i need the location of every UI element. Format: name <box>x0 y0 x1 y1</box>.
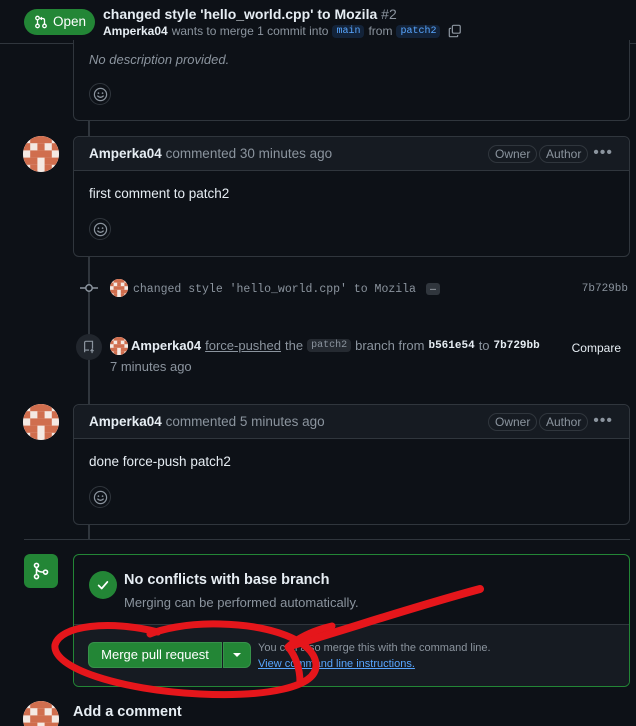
smiley-icon <box>93 222 108 237</box>
command-line-hint: You can also merge this with the command… <box>258 642 491 654</box>
pr-from-text: from <box>368 24 393 38</box>
smiley-icon <box>93 87 108 102</box>
comment-author[interactable]: Amperka04 <box>89 414 162 429</box>
owner-tag: Owner <box>488 413 538 431</box>
merge-box: No conflicts with base branch Merging ca… <box>73 554 630 687</box>
commit-event: changed style 'hello_world.cpp' to Mozil… <box>133 283 440 296</box>
owner-tag: Owner <box>488 145 538 163</box>
comment-author[interactable]: Amperka04 <box>89 146 162 161</box>
pr-title-text: changed style 'hello_world.cpp' to Mozil… <box>103 6 378 22</box>
comment-body: done force-push patch2 <box>89 454 231 469</box>
avatar[interactable] <box>23 136 59 172</box>
pr-title: changed style 'hello_world.cpp' to Mozil… <box>103 6 397 22</box>
avatar[interactable] <box>23 404 59 440</box>
identicon-icon <box>23 404 59 440</box>
repo-push-icon <box>84 340 94 354</box>
merge-status-title: No conflicts with base branch <box>124 572 330 588</box>
identicon-icon <box>110 279 128 297</box>
avatar[interactable] <box>23 701 59 726</box>
comment-box: Amperka04 commented 30 minutes ago Owner… <box>73 136 630 257</box>
description-box: No description provided. <box>73 40 630 121</box>
git-pull-request-icon <box>35 15 47 29</box>
command-line-instructions-link[interactable]: View command line instructions. <box>258 658 415 670</box>
comment-body: first comment to patch2 <box>89 186 230 201</box>
comment-timestamp[interactable]: commented 30 minutes ago <box>166 146 333 161</box>
merge-status-icon <box>24 554 58 588</box>
pr-merge-text: wants to merge 1 commit into <box>171 24 329 38</box>
triangle-down-icon <box>233 653 241 657</box>
identicon-icon <box>23 136 59 172</box>
force-push-event-icon <box>76 334 102 360</box>
commit-expand-button[interactable]: … <box>425 283 440 295</box>
kebab-menu-icon[interactable]: ••• <box>593 145 613 161</box>
comment-header: Amperka04 commented 5 minutes ago Owner … <box>74 405 629 439</box>
from-sha-link[interactable]: b561e54 <box>428 340 474 352</box>
identicon-icon <box>23 701 59 726</box>
force-pushed-link[interactable]: force-pushed <box>205 338 281 353</box>
merge-status-subtitle: Merging can be performed automatically. <box>124 595 359 610</box>
git-merge-icon <box>33 562 49 580</box>
commit-message-link[interactable]: changed style 'hello_world.cpp' to Mozil… <box>133 283 416 296</box>
force-push-to: to <box>478 338 490 353</box>
pr-state-label: Open <box>53 14 87 29</box>
force-push-time[interactable]: 7 minutes ago <box>110 359 192 374</box>
add-reaction-button[interactable] <box>89 83 111 105</box>
kebab-menu-icon[interactable]: ••• <box>593 413 613 429</box>
description-text: No description provided. <box>89 52 230 67</box>
merge-method-dropdown[interactable] <box>223 642 251 668</box>
force-push-branch-chip[interactable]: patch2 <box>307 339 352 352</box>
commit-icon <box>80 284 98 292</box>
pr-state-badge: Open <box>24 9 95 35</box>
identicon-icon <box>110 337 128 355</box>
avatar[interactable] <box>110 337 128 355</box>
add-reaction-button[interactable] <box>89 218 111 240</box>
comment-author-line: Amperka04 commented 30 minutes ago <box>89 146 332 161</box>
comment-author-line: Amperka04 commented 5 minutes ago <box>89 414 325 429</box>
force-push-the: the <box>285 338 304 353</box>
force-push-branch-from: branch from <box>355 338 425 353</box>
check-circle <box>89 571 117 599</box>
pr-number: #2 <box>381 6 397 22</box>
author-tag: Author <box>539 413 589 431</box>
commit-sha-link[interactable]: 7b729bb <box>582 283 628 295</box>
base-branch-chip[interactable]: main <box>332 24 365 38</box>
merge-pull-request-button[interactable]: Merge pull request <box>88 642 222 668</box>
pr-author-link[interactable]: Amperka04 <box>103 24 168 38</box>
add-comment-heading: Add a comment <box>73 704 182 720</box>
comment-header: Amperka04 commented 30 minutes ago Owner… <box>74 137 629 171</box>
copy-icon[interactable] <box>448 24 462 38</box>
pr-merge-summary: Amperka04 wants to merge 1 commit into m… <box>103 24 462 38</box>
head-branch-chip[interactable]: patch2 <box>396 24 441 38</box>
to-sha-link[interactable]: 7b729bb <box>494 340 540 352</box>
smiley-icon <box>93 490 108 505</box>
check-icon <box>97 581 109 590</box>
comment-timestamp[interactable]: commented 5 minutes ago <box>166 414 325 429</box>
avatar[interactable] <box>110 279 128 297</box>
author-tag: Author <box>539 145 589 163</box>
force-push-author[interactable]: Amperka04 <box>131 338 201 353</box>
compare-button[interactable]: Compare <box>572 341 621 355</box>
force-push-event: Amperka04 force-pushed the patch2 branch… <box>131 338 540 353</box>
add-reaction-button[interactable] <box>89 486 111 508</box>
merge-actions: Merge pull request You can also merge th… <box>74 624 629 686</box>
timeline-divider <box>24 539 630 540</box>
pr-header: Open changed style 'hello_world.cpp' to … <box>0 0 636 44</box>
comment-box: Amperka04 commented 5 minutes ago Owner … <box>73 404 630 525</box>
